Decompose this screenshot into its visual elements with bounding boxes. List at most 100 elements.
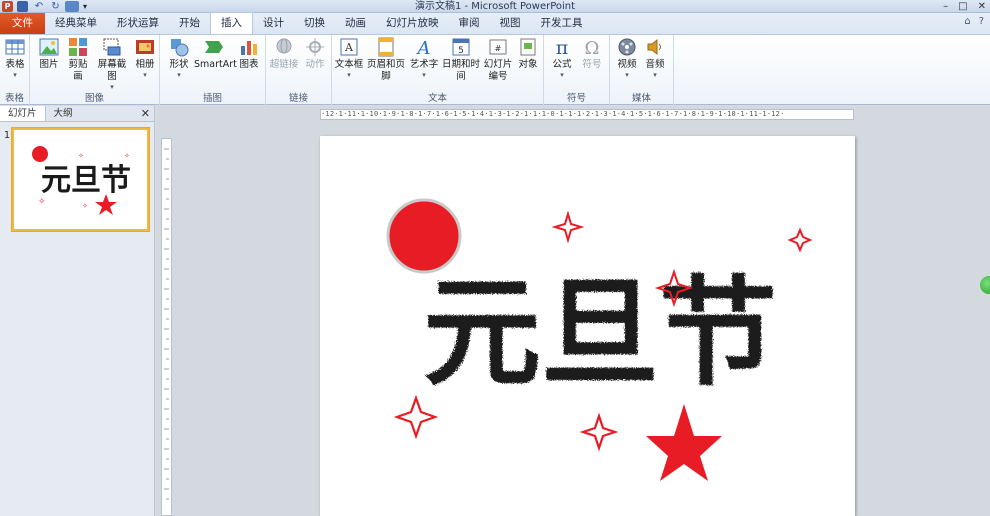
album-button[interactable]: 相册 ▾ [132,37,158,79]
textbox-icon: A [340,38,358,56]
group-illustrations: 形状 ▾ SmartArt 图表 插图 [160,35,266,106]
tab-slideshow[interactable]: 幻灯片放映 [376,13,449,34]
tab-design[interactable]: 设计 [253,13,294,34]
hyperlink-button[interactable]: 超链接 [269,37,299,71]
table-icon [5,39,25,55]
action-icon [306,38,324,56]
textbox-button-label: 文本框 [334,59,364,70]
action-button[interactable]: 动作 [301,37,329,71]
sparkle-shape[interactable] [393,394,439,440]
ribbon-tabs: 文件 经典菜单 形状运算 开始 插入 设计 切换 动画 幻灯片放映 审阅 视图 … [0,12,990,34]
chart-button[interactable]: 图表 [236,37,262,71]
slide-title-text[interactable]: 元旦节 [423,264,777,402]
red-star-shape[interactable] [646,404,722,481]
table-button[interactable]: 表格 ▾ [3,37,27,79]
header-footer-icon [378,37,394,57]
shapes-button[interactable]: 形状 ▾ [166,37,192,79]
video-button[interactable]: 视频 ▾ [614,37,640,79]
minimize-ribbon-icon[interactable]: ⌂ [964,16,970,27]
header-footer-button[interactable]: 页眉和页脚 [364,37,408,83]
hyperlink-button-label: 超链接 [269,59,299,70]
tab-view[interactable]: 视图 [490,13,531,34]
picture-button-label: 图片 [39,59,59,70]
action-button-label: 动作 [305,59,325,70]
tab-home[interactable]: 开始 [169,13,210,34]
wordart-icon: A [416,38,431,57]
album-icon [136,40,154,54]
svg-text:Ω: Ω [585,38,600,57]
horizontal-ruler: ·12·1·11·1·10·1·9·1·8·1·7·1·6·1·5·1·4·1·… [320,109,854,120]
red-circle-shape[interactable] [386,198,462,274]
symbol-button[interactable]: Ω 符号 [578,37,606,71]
smartart-button[interactable]: SmartArt [194,37,237,71]
group-label-text: 文本 [427,93,447,104]
slide-canvas[interactable]: 元旦节 [320,136,855,516]
ribbon: 表格 ▾ 表格 图片 剪贴画 屏幕截图 ▾ 相册 ▾ 图像 形状 ▾ Smart… [0,34,990,106]
floating-assistant-orb-icon[interactable] [980,276,990,294]
chart-button-label: 图表 [239,59,259,70]
equation-button[interactable]: π 公式 ▾ [548,37,576,79]
tab-shape-operations[interactable]: 形状运算 [107,13,169,34]
tab-review[interactable]: 审阅 [449,13,490,34]
picture-icon [39,38,59,56]
tab-developer[interactable]: 开发工具 [531,13,593,34]
close-icon[interactable]: ✕ [141,106,150,122]
slide-number-button-label: 幻灯片 [483,59,513,70]
album-button-label: 相册 [135,59,155,70]
audio-button[interactable]: 音频 ▾ [642,37,668,79]
svg-text:π: π [556,37,569,57]
screenshot-button[interactable]: 屏幕截图 ▾ [94,37,130,91]
video-icon [618,38,636,56]
sparkle-shape[interactable] [551,210,585,244]
wordart-button[interactable]: A 艺术字 ▾ [409,37,439,79]
maximize-button[interactable]: □ [958,1,967,12]
chevron-down-icon: ▾ [347,71,351,79]
header-footer-button-label: 页眉和页脚 [366,59,405,82]
group-label-links: 链接 [288,93,308,104]
editing-workspace: ·12·1·11·1·10·1·9·1·8·1·7·1·6·1·5·1·4·1·… [156,106,990,516]
chevron-down-icon: ▾ [422,71,426,79]
slide-thumbnail[interactable]: 元旦节 ✧ ✧ ✧ ✧ [12,128,149,231]
video-button-label: 视频 [617,59,637,70]
tab-insert[interactable]: 插入 [210,12,253,34]
datetime-button[interactable]: 5 日期和时间 [439,37,483,83]
sparkle-shape[interactable] [579,412,619,452]
sparkle-shape[interactable] [787,227,813,253]
tab-slides[interactable]: 幻灯片 [0,106,46,121]
tab-animations[interactable]: 动画 [335,13,376,34]
thumb-sparkle: ✧ [82,202,88,210]
svg-text:A: A [344,41,354,54]
help-icon[interactable]: ? [979,16,984,27]
ribbon-right-controls: ⌂ ? [964,16,984,27]
group-label-tables: 表格 [4,93,24,104]
chevron-down-icon: ▾ [653,71,657,79]
object-icon [520,38,536,56]
tab-classic-menu[interactable]: 经典菜单 [45,13,107,34]
symbol-button-label: 符号 [582,59,602,70]
screenshot-icon [103,38,121,56]
chevron-down-icon: ▾ [177,71,181,79]
tab-transitions[interactable]: 切换 [294,13,335,34]
tab-outline[interactable]: 大纲 [46,106,81,121]
window-controls: – □ ✕ [943,0,986,13]
chart-icon [241,41,257,55]
tab-file[interactable]: 文件 [0,13,45,34]
group-images: 图片 剪贴画 屏幕截图 ▾ 相册 ▾ 图像 [30,35,160,106]
thumb-red-circle [32,146,48,162]
close-button[interactable]: ✕ [978,1,986,12]
clipart-icon [69,38,87,56]
equation-icon: π [556,37,569,57]
textbox-button[interactable]: A 文本框 ▾ [334,37,364,79]
minimize-button[interactable]: – [943,1,948,12]
clipart-button-label: 剪贴画 [68,59,88,82]
slide-number-button[interactable]: # 幻灯片 编号 [483,37,513,83]
svg-text:#: # [495,44,502,53]
clipart-button[interactable]: 剪贴画 [64,37,92,83]
picture-button[interactable]: 图片 [36,37,62,71]
shapes-icon [171,39,189,57]
smartart-icon [205,41,223,53]
object-button[interactable]: 对象 [514,37,542,71]
group-tables: 表格 ▾ 表格 [0,35,30,106]
title-bar: P ↶ ↻ ▾ 演示文稿1 - Microsoft PowerPoint – □… [0,0,990,13]
group-text: A 文本框 ▾ 页眉和页脚 A 艺术字 ▾ 5 日期和时间 # 幻灯片 编号 对… [332,35,544,106]
